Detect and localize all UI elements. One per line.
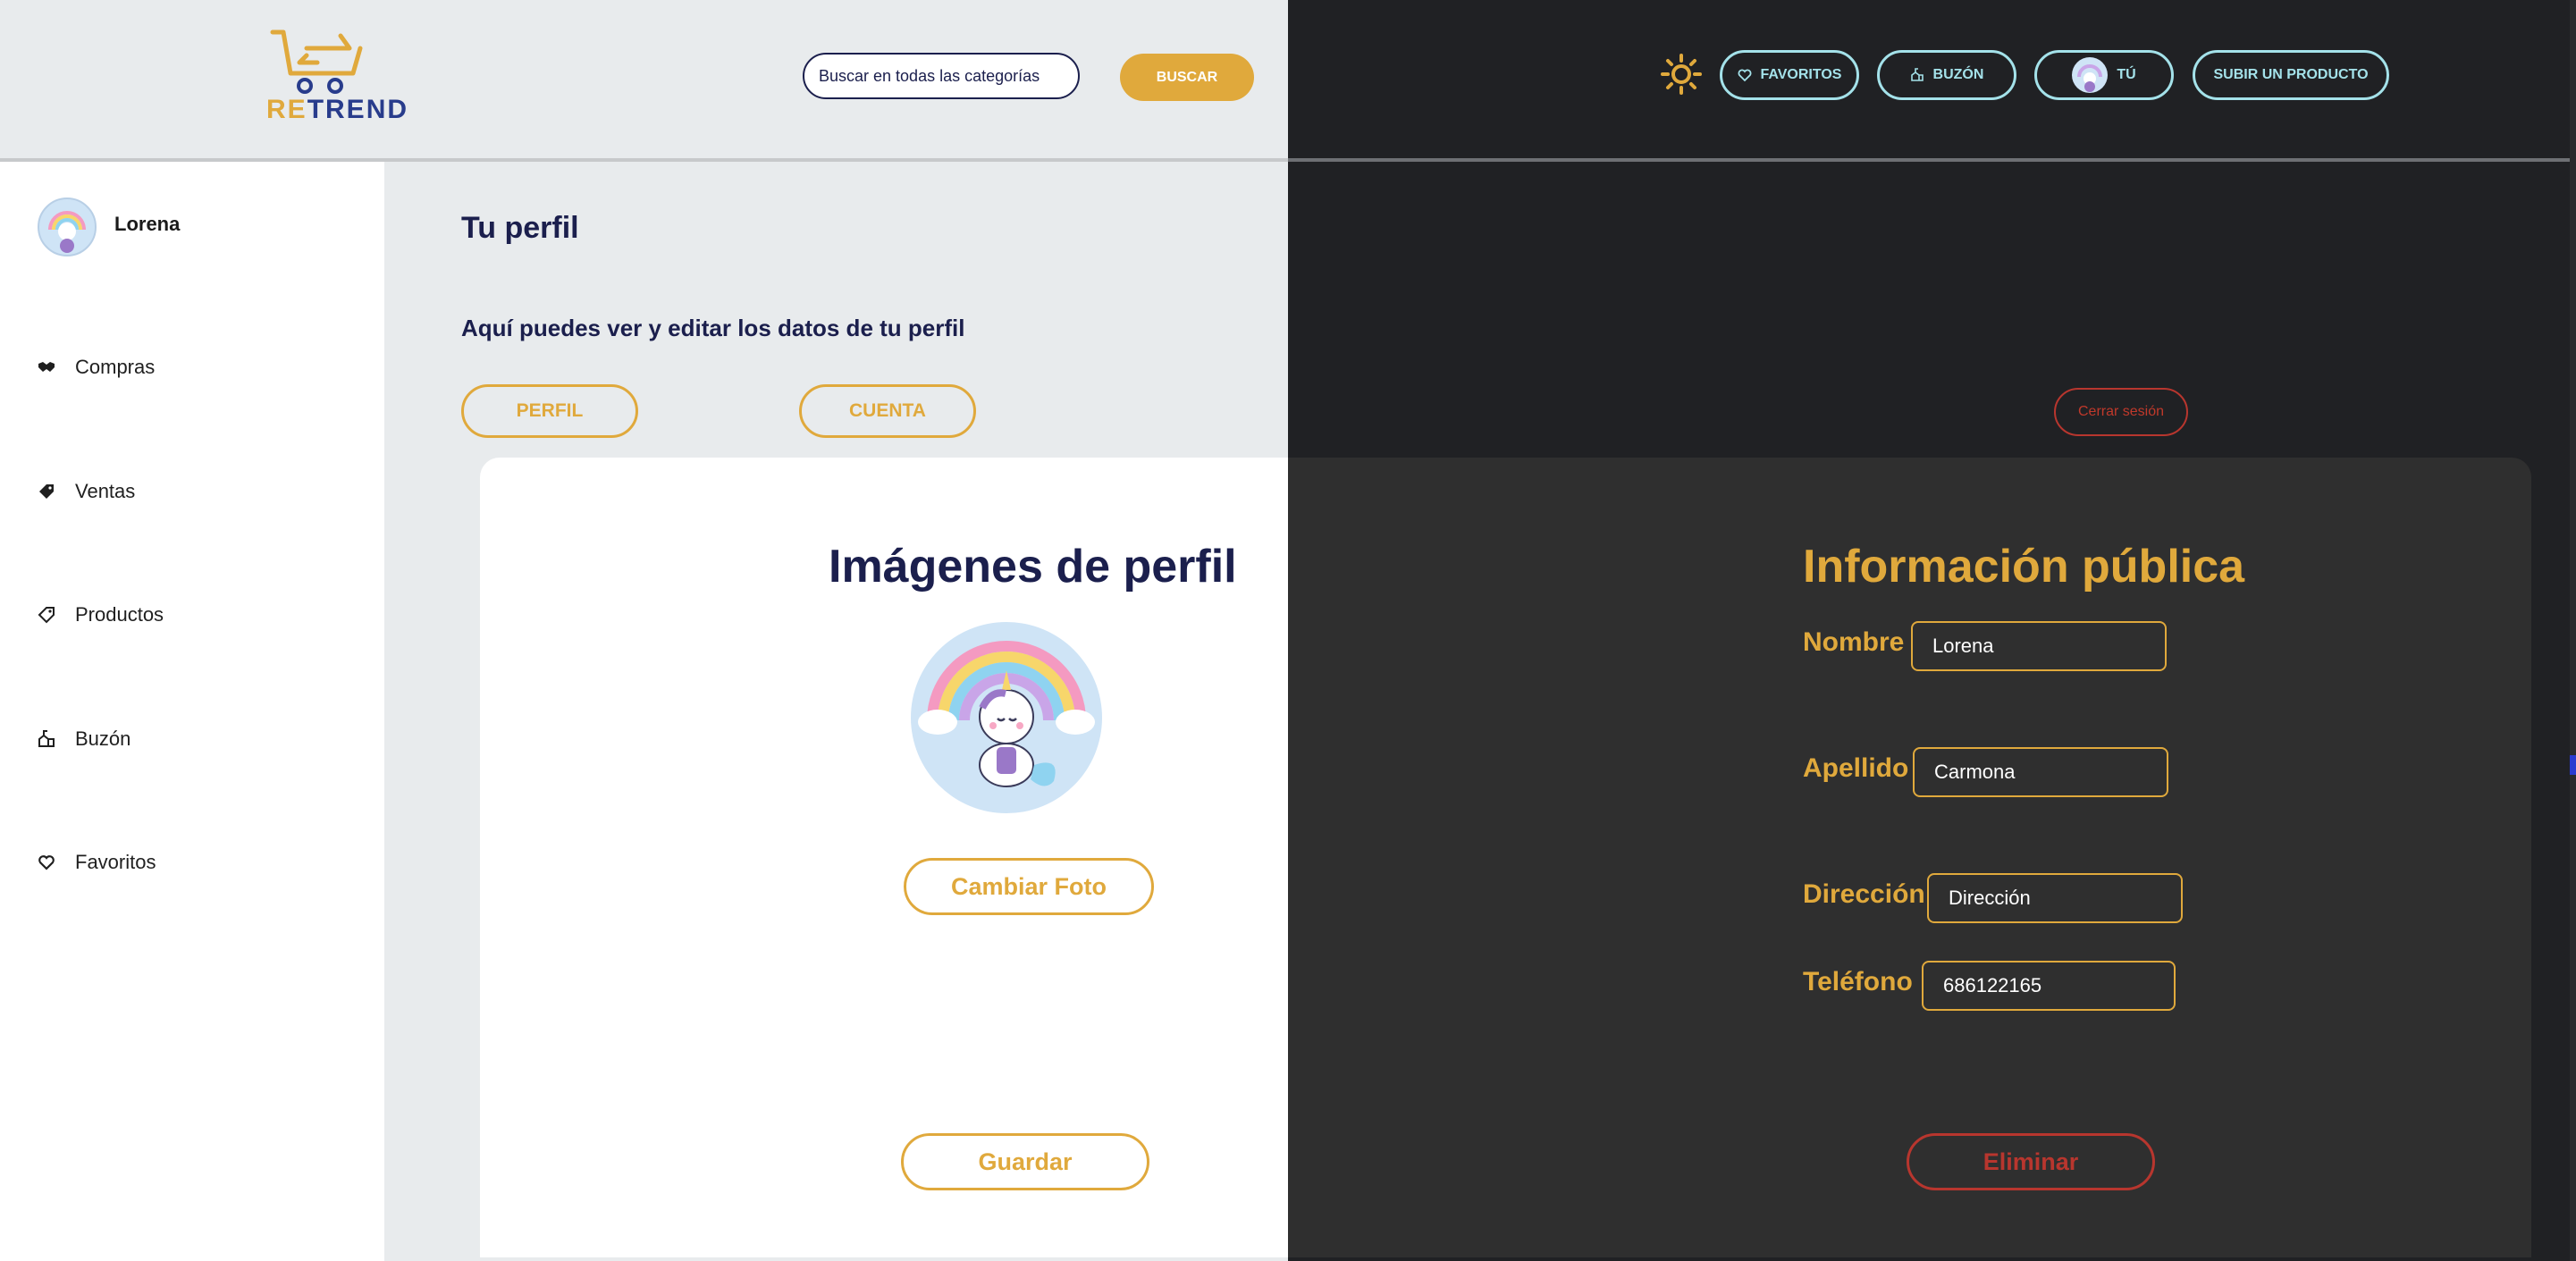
header-divider-dark [1288,158,2570,162]
tab-perfil[interactable]: PERFIL [461,384,638,438]
heart-icon [38,855,55,870]
header-avatar [2072,57,2109,93]
window-edge [2570,0,2576,1261]
profile-photo [911,622,1102,813]
address-field[interactable] [1927,873,2183,923]
sidebar-item-label: Compras [75,356,156,378]
tag-icon [38,607,55,624]
search-input[interactable] [803,53,1080,99]
name-field[interactable] [1911,621,2167,671]
profile-button[interactable]: TÚ [2034,50,2174,100]
sidebar [0,162,384,1261]
logout-button[interactable]: Cerrar sesión [2054,388,2188,436]
search-button[interactable]: BUSCAR [1120,54,1254,101]
sidebar-item-ventas[interactable]: Ventas [38,480,135,503]
handshake-icon [38,362,55,372]
sidebar-item-label: Ventas [75,480,136,502]
mailbox-icon [38,730,55,747]
user-name: Lorena [114,213,181,235]
profile-images-title: Imágenes de perfil [829,541,1237,593]
profile-label: TÚ [2117,67,2136,82]
page-subtitle: Aquí puedes ver y editar los datos de tu… [461,315,965,341]
sidebar-item-label: Productos [75,603,164,626]
save-button[interactable]: Guardar [901,1133,1149,1190]
name-label: Nombre [1803,627,1905,657]
sidebar-item-compras[interactable]: Compras [38,356,155,379]
unicorn-avatar-icon [48,211,86,253]
favorites-button[interactable]: FAVORITOS [1720,50,1859,100]
avatar[interactable] [38,198,97,256]
sidebar-item-buzon[interactable]: Buzón [38,727,130,751]
phone-field[interactable] [1922,961,2176,1011]
sidebar-item-label: Favoritos [75,851,156,873]
unicorn-avatar-icon [2077,64,2103,92]
address-label: Dirección [1803,879,1925,909]
surname-field[interactable] [1913,747,2168,797]
phone-label: Teléfono [1803,967,1913,996]
sidebar-item-label: Buzón [75,727,131,750]
favorites-label: FAVORITOS [1760,67,1842,82]
mailbox-label: BUZÓN [1932,67,1984,82]
mailbox-icon [1910,68,1924,81]
delete-button[interactable]: Eliminar [1907,1133,2155,1190]
mailbox-button[interactable]: BUZÓN [1877,50,2016,100]
public-info-title: Información pública [1803,541,2245,593]
page-title: Tu perfil [461,211,579,245]
sidebar-item-favoritos[interactable]: Favoritos [38,851,156,874]
logo-wordmark: RETREND [266,95,409,124]
surname-label: Apellido [1803,753,1909,783]
sidebar-item-productos[interactable]: Productos [38,603,164,626]
change-photo-button[interactable]: Cambiar Foto [904,858,1154,915]
tab-cuenta[interactable]: CUENTA [799,384,976,438]
upload-product-button[interactable]: SUBIR UN PRODUCTO [2193,50,2389,100]
unicorn-illustration-icon [918,641,1095,787]
scroll-indicator [2570,755,2576,775]
tag-money-icon [39,484,54,499]
upload-product-label: SUBIR UN PRODUCTO [2213,67,2369,82]
heart-icon [1738,69,1751,82]
theme-toggle-sun-icon[interactable] [1661,54,1702,95]
